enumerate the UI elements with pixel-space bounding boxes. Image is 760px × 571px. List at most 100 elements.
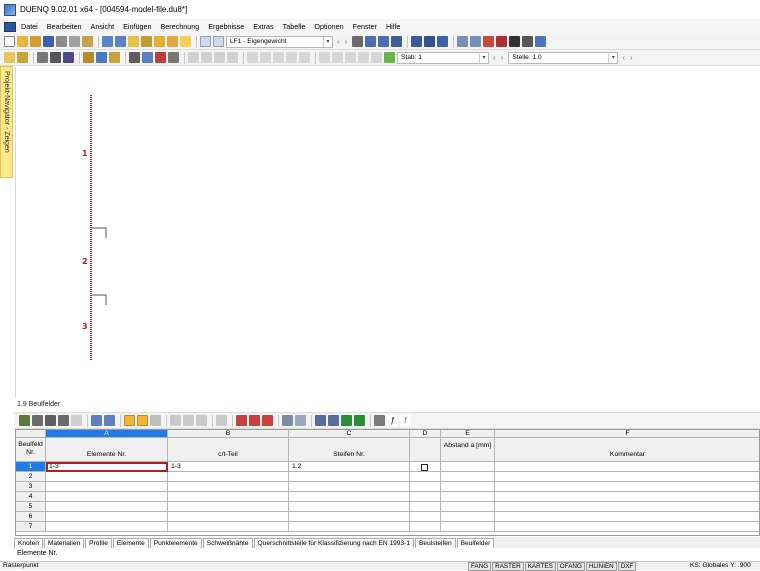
table-cell[interactable] [289,502,410,512]
table-cell[interactable] [441,512,495,522]
cell-steifen-row1[interactable]: 1.2 [289,462,410,472]
table-cell[interactable] [289,522,410,532]
tab-beulfelder[interactable]: Beulfelder [456,538,495,548]
comment-icon[interactable] [167,36,178,47]
insert-row-icon[interactable] [236,415,247,426]
snap-icon[interactable] [96,52,107,63]
loadcase-select[interactable]: LF1 - Eigengewicht ▾ [226,35,333,48]
prev-arrow-icon[interactable]: ‹ [622,53,625,62]
pointer-icon[interactable] [124,415,135,426]
undo-icon[interactable] [102,36,113,47]
table-cell[interactable] [168,482,289,492]
warning-icon[interactable] [483,36,495,47]
table-cell[interactable] [168,502,289,512]
table-cell[interactable] [495,492,759,502]
menu-hilfe[interactable]: Hilfe [386,22,400,31]
element-label-1[interactable]: 1 [82,149,88,158]
hatch-angle-icon[interactable] [201,52,212,63]
clipboard-icon[interactable] [82,36,93,47]
measure-icon[interactable] [109,52,120,63]
tools-icon[interactable] [141,36,152,47]
col-letter-a[interactable]: A [46,430,168,438]
tab-querschnittsteile[interactable]: Querschnittsteile für Klassifizierung na… [253,538,414,548]
col-letter-b[interactable]: B [168,430,289,438]
col-letter-d[interactable]: D [410,430,441,438]
table-cell[interactable] [410,502,441,512]
node-tool-icon[interactable] [37,52,48,63]
table-cell[interactable] [441,472,495,482]
menu-einfuegen[interactable]: Einfügen [123,22,151,31]
menu-ansicht[interactable]: Ansicht [91,22,115,31]
delete-row-icon[interactable] [249,415,260,426]
table-settings-icon[interactable] [32,415,43,426]
hatch-dots-icon[interactable] [227,52,238,63]
drawing-canvas[interactable]: 1 2 3 [15,67,760,397]
cell-ct-teil-row1[interactable]: 1-3 [168,462,289,472]
table-cell[interactable] [410,472,441,482]
delete-icon[interactable] [496,36,508,47]
export-icon[interactable] [104,415,115,426]
layer-show-icon[interactable] [273,52,284,63]
table-cell[interactable] [495,502,759,512]
columns-icon[interactable] [282,415,293,426]
table-cell[interactable] [46,502,168,512]
calculate-icon[interactable] [352,36,364,47]
menu-bearbeiten[interactable]: Bearbeiten [47,22,82,31]
select-icon[interactable] [137,415,148,426]
tab-knoten[interactable]: Knoten [14,538,43,548]
draw-line-icon[interactable] [4,52,15,63]
layer-color-icon[interactable] [299,52,310,63]
row-up-icon[interactable] [170,415,181,426]
report-icon[interactable] [328,415,339,426]
table-cell[interactable] [168,492,289,502]
refresh-icon[interactable] [150,415,161,426]
menu-extras[interactable]: Extras [253,22,273,31]
table-cell[interactable] [495,472,759,482]
redo-icon[interactable] [115,36,126,47]
view-all-icon[interactable] [129,52,140,63]
link-icon[interactable] [457,36,469,47]
camera-icon[interactable] [522,36,534,47]
new-file-icon[interactable] [4,36,15,47]
row-number-7[interactable]: 7 [16,522,46,532]
table-cell[interactable] [441,492,495,502]
table-filter-icon[interactable] [45,415,56,426]
table-icon[interactable] [19,415,30,426]
export-excel-icon[interactable] [354,415,365,426]
table-cell[interactable] [46,522,168,532]
graph-icon[interactable] [295,415,306,426]
function-icon[interactable]: ƒ [387,415,398,426]
clear-row-icon[interactable] [262,415,273,426]
paste-icon[interactable] [371,52,382,63]
open-folder-icon[interactable] [17,36,28,47]
draw-polyline-icon[interactable] [17,52,28,63]
table-cell[interactable] [46,492,168,502]
hatch-cross-icon[interactable] [214,52,225,63]
row-number-1[interactable]: 1 [16,462,46,472]
tab-profile[interactable]: Profile [85,538,112,548]
table-cell[interactable] [289,482,410,492]
row-number-2[interactable]: 2 [16,472,46,482]
print-graphic-icon[interactable] [69,36,80,47]
table-cell[interactable] [441,522,495,532]
table-cell[interactable] [495,522,759,532]
copy-icon[interactable] [358,52,369,63]
tab-punktelemente[interactable]: Punktelemente [149,538,202,548]
search-icon[interactable] [154,36,165,47]
next-arrow-icon[interactable]: › [630,53,633,62]
menu-datei[interactable]: Datei [21,22,38,31]
menu-tabelle[interactable]: Tabelle [283,22,306,31]
next-arrow-icon[interactable]: › [345,37,348,46]
table-cut-icon[interactable] [71,415,82,426]
stab-select[interactable]: Stab: 1 ▾ [397,51,489,64]
table-cell[interactable] [410,512,441,522]
row-down-icon[interactable] [183,415,194,426]
project-navigator-tab[interactable]: Projekt-Navigator - Zeigen [0,66,13,178]
element-tool-icon[interactable] [50,52,61,63]
table-cell[interactable] [289,492,410,502]
menu-optionen[interactable]: Optionen [314,22,343,31]
table-cell[interactable] [410,522,441,532]
element-label-2[interactable]: 2 [82,257,88,266]
rotate-icon[interactable] [470,36,482,47]
text-tool-icon[interactable] [63,52,74,63]
